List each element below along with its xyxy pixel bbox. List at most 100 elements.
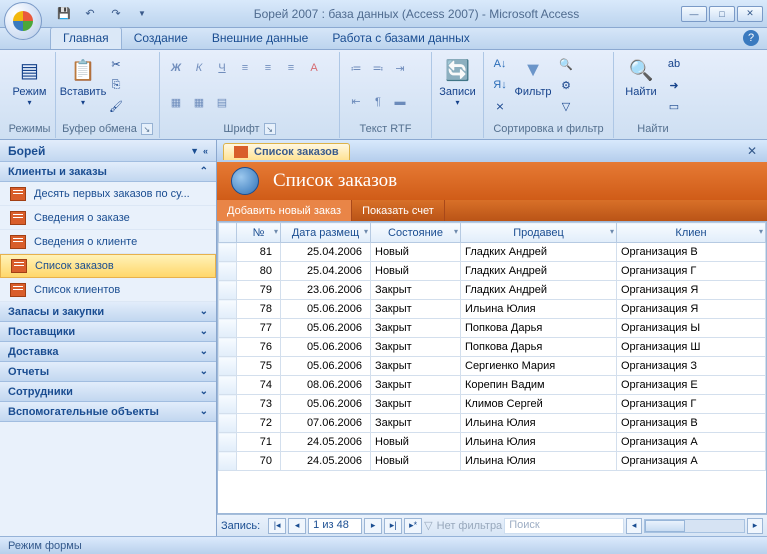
column-header[interactable]: Продавец▾ [461, 223, 617, 243]
column-dropdown-icon[interactable]: ▾ [454, 227, 458, 236]
cell-id[interactable]: 71 [237, 433, 281, 452]
table-row[interactable]: 7124.05.2006НовыйИльина ЮлияОрганизация … [219, 433, 766, 452]
nav-section-header[interactable]: Поставщики⌄ [0, 322, 216, 342]
clear-sort-icon[interactable]: ⨯ [490, 96, 510, 116]
cell-state[interactable]: Закрыт [371, 357, 461, 376]
cell-client[interactable]: Организация Ш [617, 338, 766, 357]
data-grid[interactable]: №▾Дата размещ▾Состояние▾Продавец▾Клиен▾ … [217, 221, 767, 514]
table-row[interactable]: 8125.04.2006НовыйГладких АндрейОрганизац… [219, 243, 766, 262]
underline-icon[interactable]: Ч [212, 58, 232, 78]
nav-item[interactable]: Список заказов [0, 254, 216, 278]
row-selector[interactable] [219, 452, 237, 471]
undo-icon[interactable]: ↶ [80, 5, 100, 23]
cell-seller[interactable]: Ильина Юлия [461, 414, 617, 433]
font-dialog-launcher[interactable]: ↘ [264, 123, 276, 135]
nav-item[interactable]: Список клиентов [0, 278, 216, 302]
cell-seller[interactable]: Гладких Андрей [461, 281, 617, 300]
cell-date[interactable]: 24.05.2006 [281, 433, 371, 452]
cell-seller[interactable]: Ильина Юлия [461, 433, 617, 452]
row-selector[interactable] [219, 395, 237, 414]
table-row[interactable]: 7505.06.2006ЗакрытСергиенко МарияОрганиз… [219, 357, 766, 376]
nav-shutter-icon[interactable]: « [203, 146, 208, 156]
row-selector[interactable] [219, 243, 237, 262]
last-record-button[interactable]: ▸| [384, 518, 402, 534]
nav-section-header[interactable]: Сотрудники⌄ [0, 382, 216, 402]
cell-client[interactable]: Организация Я [617, 281, 766, 300]
table-row[interactable]: 7605.06.2006ЗакрытПопкова ДарьяОрганизац… [219, 338, 766, 357]
minimize-button[interactable]: — [681, 6, 707, 22]
table-row[interactable]: 7705.06.2006ЗакрытПопкова ДарьяОрганизац… [219, 319, 766, 338]
column-header[interactable]: Дата размещ▾ [281, 223, 371, 243]
numbering-icon[interactable]: ≕ [368, 58, 388, 78]
show-invoice-button[interactable]: Показать счет [352, 200, 445, 221]
cell-client[interactable]: Организация Е [617, 376, 766, 395]
cell-state[interactable]: Закрыт [371, 319, 461, 338]
tab-database-tools[interactable]: Работа с базами данных [320, 28, 481, 49]
increase-indent-icon[interactable]: ⇥ [390, 58, 410, 78]
cell-id[interactable]: 81 [237, 243, 281, 262]
align-left-icon[interactable]: ≡ [235, 58, 255, 78]
find-button[interactable]: 🔍 Найти [620, 54, 662, 98]
replace-icon[interactable]: ab [664, 54, 684, 74]
row-selector[interactable] [219, 376, 237, 395]
bullets-icon[interactable]: ≔ [346, 58, 366, 78]
nav-section-header[interactable]: Клиенты и заказы⌃ [0, 162, 216, 182]
cell-client[interactable]: Организация В [617, 414, 766, 433]
nav-dropdown-icon[interactable]: ▼ [190, 146, 199, 156]
records-button[interactable]: 🔄 Записи ▾ [438, 54, 477, 107]
cell-date[interactable]: 05.06.2006 [281, 338, 371, 357]
sort-asc-icon[interactable]: А↓ [490, 54, 510, 74]
cell-id[interactable]: 80 [237, 262, 281, 281]
row-selector[interactable] [219, 338, 237, 357]
nav-title[interactable]: Борей ▼« [0, 140, 216, 162]
add-new-order-button[interactable]: Добавить новый заказ [217, 200, 352, 221]
select-icon[interactable]: ▭ [664, 96, 684, 116]
cell-id[interactable]: 72 [237, 414, 281, 433]
office-button[interactable] [4, 2, 42, 40]
cell-seller[interactable]: Попкова Дарья [461, 319, 617, 338]
nav-section-header[interactable]: Вспомогательные объекты⌄ [0, 402, 216, 422]
font-color-icon[interactable]: A [304, 58, 324, 78]
align-center-icon[interactable]: ≡ [258, 58, 278, 78]
cell-client[interactable]: Организация З [617, 357, 766, 376]
first-record-button[interactable]: |◂ [268, 518, 286, 534]
column-header[interactable]: №▾ [237, 223, 281, 243]
cell-client[interactable]: Организация Я [617, 300, 766, 319]
decrease-indent-icon[interactable]: ⇤ [346, 92, 366, 112]
cell-id[interactable]: 74 [237, 376, 281, 395]
bold-icon[interactable]: Ж [166, 58, 186, 78]
nav-section-header[interactable]: Отчеты⌄ [0, 362, 216, 382]
cell-date[interactable]: 05.06.2006 [281, 300, 371, 319]
row-selector[interactable] [219, 319, 237, 338]
cell-seller[interactable]: Климов Сергей [461, 395, 617, 414]
cell-state[interactable]: Новый [371, 452, 461, 471]
copy-icon[interactable]: ⎘ [106, 75, 126, 95]
cell-date[interactable]: 07.06.2006 [281, 414, 371, 433]
tab-home[interactable]: Главная [50, 27, 122, 49]
cell-seller[interactable]: Корепин Вадим [461, 376, 617, 395]
no-filter-indicator[interactable]: ▽Нет фильтра [424, 519, 502, 532]
row-selector[interactable] [219, 281, 237, 300]
toggle-filter-icon[interactable]: ▽ [556, 96, 576, 116]
scroll-left-button[interactable]: ◂ [626, 518, 642, 534]
cell-id[interactable]: 79 [237, 281, 281, 300]
cell-date[interactable]: 23.06.2006 [281, 281, 371, 300]
scroll-right-button[interactable]: ▸ [747, 518, 763, 534]
table-row[interactable]: 7805.06.2006ЗакрытИльина ЮлияОрганизация… [219, 300, 766, 319]
cell-state[interactable]: Новый [371, 262, 461, 281]
cell-client[interactable]: Организация А [617, 452, 766, 471]
table-row[interactable]: 7408.06.2006ЗакрытКорепин ВадимОрганизац… [219, 376, 766, 395]
save-icon[interactable]: 💾 [54, 5, 74, 23]
goto-icon[interactable]: ➜ [664, 75, 684, 95]
redo-icon[interactable]: ↷ [106, 5, 126, 23]
table-row[interactable]: 7923.06.2006ЗакрытГладких АндрейОрганиза… [219, 281, 766, 300]
selection-filter-icon[interactable]: 🔍 [556, 54, 576, 74]
cell-seller[interactable]: Гладких Андрей [461, 262, 617, 281]
cell-state[interactable]: Закрыт [371, 281, 461, 300]
row-selector[interactable] [219, 300, 237, 319]
close-button[interactable]: ✕ [737, 6, 763, 22]
table-row[interactable]: 8025.04.2006НовыйГладких АндрейОрганизац… [219, 262, 766, 281]
cell-date[interactable]: 05.06.2006 [281, 395, 371, 414]
cell-date[interactable]: 05.06.2006 [281, 357, 371, 376]
cell-state[interactable]: Закрыт [371, 300, 461, 319]
